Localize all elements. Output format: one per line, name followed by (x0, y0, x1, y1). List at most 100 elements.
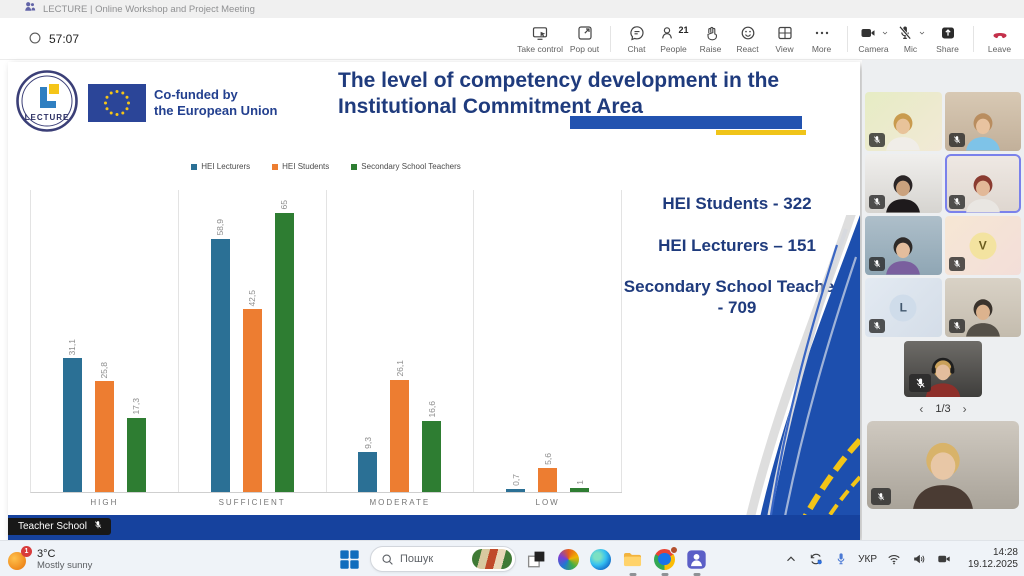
take-control-label: Take control (517, 44, 563, 54)
chart-group-high: 31,125,817,3HIGH (31, 190, 179, 492)
chat-label: Chat (628, 44, 646, 54)
bar-value-label: 58,9 (215, 219, 225, 236)
tray-language[interactable]: УКР (858, 551, 877, 567)
bar-value-label: 1 (575, 480, 585, 485)
bar: 42,5 (243, 309, 262, 492)
chat-button[interactable]: Chat (618, 25, 655, 54)
bar: 58,9 (211, 239, 230, 492)
self-view-wrap (865, 421, 1021, 509)
camera-button[interactable]: Camera (855, 25, 892, 54)
participant-tile-4[interactable] (945, 154, 1022, 213)
participant-tile-5[interactable] (865, 216, 942, 275)
chrome-app[interactable] (653, 548, 676, 571)
legend-swatch (272, 164, 278, 170)
more-label: More (812, 44, 831, 54)
clock-time: 14:28 (968, 547, 1018, 560)
tray-volume[interactable] (911, 551, 927, 567)
more-icon (812, 25, 831, 42)
view-label: View (775, 44, 793, 54)
mic-muted-icon (869, 195, 885, 209)
tray-mic[interactable] (833, 551, 849, 567)
chart-group-low: 0,75,61LOW (474, 190, 622, 492)
view-icon (775, 25, 794, 42)
category-label: HIGH (31, 498, 178, 507)
view-button[interactable]: View (766, 25, 803, 54)
open-app-indicator (629, 573, 636, 576)
bar: 9,3 (358, 452, 377, 492)
bar-value-label: 17,3 (131, 398, 141, 415)
bar-value-label: 26,1 (395, 360, 405, 377)
teams-app[interactable] (685, 548, 708, 571)
take-control-button[interactable]: Take control (514, 25, 566, 54)
app-squares-icon (526, 549, 547, 570)
mic-off-icon (896, 25, 915, 42)
weather-icon: 1 (8, 548, 30, 570)
raise-icon (701, 25, 720, 42)
explorer-app[interactable] (621, 548, 644, 571)
mic-muted-icon (949, 195, 965, 209)
camera-icon (859, 25, 878, 42)
taskview-app[interactable] (525, 548, 548, 571)
legend-item: HEI Students (272, 162, 329, 171)
react-button[interactable]: React (729, 25, 766, 54)
bar-value-label: 9,3 (363, 437, 373, 449)
pager-next-icon[interactable]: › (963, 403, 967, 415)
camera-tray-icon (937, 552, 951, 566)
camera-label: Camera (858, 44, 888, 54)
slide-title: The level of competency development in t… (338, 68, 854, 121)
edge-app[interactable] (589, 548, 612, 571)
chart-group-moderate: 9,326,116,6MODERATE (327, 190, 475, 492)
bar-value-label: 65 (279, 200, 289, 209)
folder-icon (622, 549, 643, 570)
taskbar-clock[interactable]: 14:28 19.12.2025 (968, 541, 1018, 576)
chevron-down-icon[interactable] (881, 24, 889, 42)
window-title: LECTURE | Online Workshop and Project Me… (43, 4, 255, 15)
share-button[interactable]: Share (929, 25, 966, 54)
mic-button[interactable]: Mic (892, 25, 929, 54)
tray-wifi[interactable] (886, 551, 902, 567)
bar: 0,7 (506, 489, 525, 492)
legend-label: Secondary School Teachers (361, 162, 460, 171)
participant-tile-floating[interactable] (904, 341, 982, 397)
presenter-mic-muted-icon (93, 520, 103, 533)
bar: 17,3 (127, 418, 146, 492)
people-button[interactable]: 21People (655, 25, 692, 54)
participant-tile-2[interactable] (945, 92, 1022, 151)
toolbar-separator (610, 26, 611, 52)
mic-tray-icon (834, 552, 848, 566)
people-count-badge: 21 (678, 25, 688, 35)
more-button[interactable]: More (803, 25, 840, 54)
windows-taskbar: 1 3°C Mostly sunny Пошук УКР 14:28 19.12… (0, 540, 1024, 576)
copilot-app[interactable] (557, 548, 580, 571)
chart-legend: HEI LecturersHEI StudentsSecondary Schoo… (30, 162, 622, 171)
chart-plot: 31,125,817,3HIGH58,942,565SUFFICIENT9,32… (30, 190, 622, 493)
lecture-logo: LECTURE (16, 70, 78, 132)
start-button[interactable] (338, 548, 361, 571)
bar-value-label: 16,6 (427, 401, 437, 418)
participant-grid: VL (865, 92, 1021, 337)
chart-group-sufficient: 58,942,565SUFFICIENT (179, 190, 327, 492)
volume-icon (912, 552, 926, 566)
participant-tile-3[interactable] (865, 154, 942, 213)
shared-slide: LECTURE Co-funded by the European Union … (8, 62, 860, 540)
weather-desc: Mostly sunny (37, 560, 92, 571)
leave-button[interactable]: Leave (981, 25, 1018, 54)
weather-widget[interactable]: 1 3°C Mostly sunny (8, 541, 92, 576)
participant-tile-7[interactable]: L (865, 278, 942, 337)
raise-button[interactable]: Raise (692, 25, 729, 54)
legend-item: Secondary School Teachers (351, 162, 460, 171)
taskbar-search[interactable]: Пошук (370, 546, 516, 572)
tray-chevron-up[interactable] (783, 551, 799, 567)
chevron-down-icon[interactable] (918, 24, 926, 42)
participant-tile-1[interactable] (865, 92, 942, 151)
pop-out-button[interactable]: Pop out (566, 25, 603, 54)
people-icon (658, 25, 677, 42)
self-view-tile[interactable] (867, 421, 1019, 509)
window-titlebar: LECTURE | Online Workshop and Project Me… (0, 0, 1024, 18)
participant-tile-8[interactable] (945, 278, 1022, 337)
tray-camera[interactable] (936, 551, 952, 567)
tray-sync[interactable] (808, 551, 824, 567)
pager-prev-icon[interactable]: ‹ (919, 403, 923, 415)
participant-tile-6[interactable]: V (945, 216, 1022, 275)
pop-out-label: Pop out (570, 44, 599, 54)
